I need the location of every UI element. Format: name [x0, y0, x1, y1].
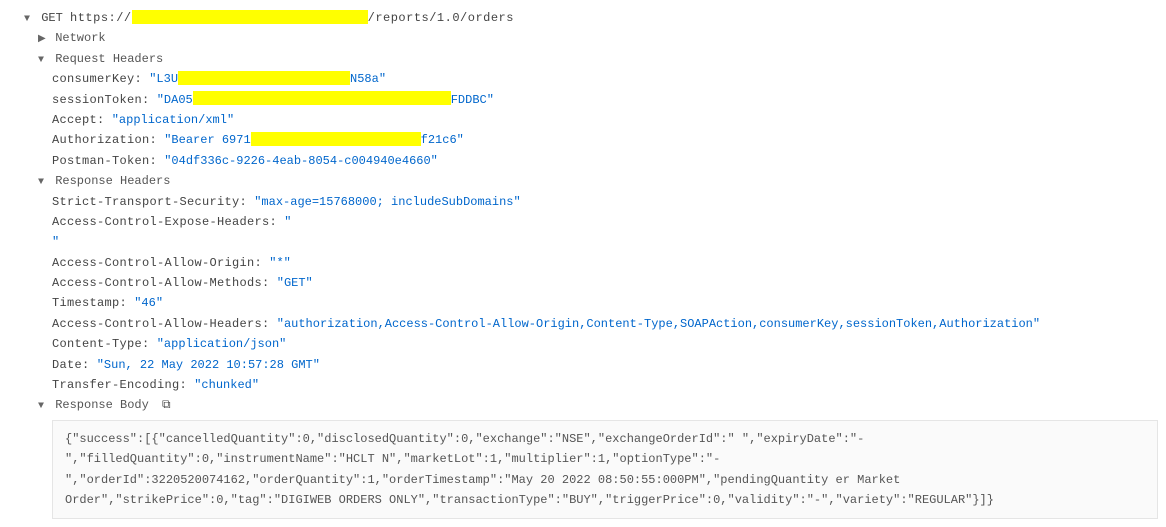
header-key: Strict-Transport-Security:	[52, 195, 247, 209]
header-key: Access-Control-Allow-Origin:	[52, 256, 262, 270]
network-label: Network	[55, 31, 105, 45]
external-link-icon[interactable]: ⧉	[162, 395, 171, 415]
header-value: "	[52, 235, 59, 249]
header-ac-origin: Access-Control-Allow-Origin: "*"	[8, 253, 1158, 273]
redacted	[193, 91, 451, 105]
request-headers-label: Request Headers	[55, 52, 163, 66]
header-key: Accept:	[52, 113, 105, 127]
response-body-section[interactable]: ▼ Response Body ⧉	[8, 395, 1158, 415]
header-value-suffix: FDDBC"	[451, 93, 494, 107]
chevron-down-icon: ▼	[24, 11, 34, 28]
header-key: Authorization:	[52, 133, 157, 147]
header-key: consumerKey:	[52, 72, 142, 86]
header-value-suffix: f21c6"	[421, 133, 464, 147]
request-line[interactable]: ▼ GET https:// /reports/1.0/orders	[8, 8, 1158, 28]
header-accept: Accept: "application/xml"	[8, 110, 1158, 130]
redacted	[178, 71, 350, 85]
header-timestamp: Timestamp: "46"	[8, 293, 1158, 313]
request-headers-section[interactable]: ▼ Request Headers	[8, 49, 1158, 69]
network-section[interactable]: ▶ Network	[8, 28, 1158, 48]
url-suffix: /reports/1.0/orders	[368, 11, 514, 25]
header-value-prefix: "DA05	[157, 93, 193, 107]
header-ac-headers: Access-Control-Allow-Headers: "authoriza…	[8, 314, 1158, 334]
http-method: GET	[41, 11, 63, 25]
url-redacted	[132, 10, 368, 24]
header-value: "max-age=15768000; includeSubDomains"	[254, 195, 520, 209]
chevron-down-icon: ▼	[38, 52, 48, 69]
redacted	[251, 132, 421, 146]
header-key: Content-Type:	[52, 337, 150, 351]
header-value: "authorization,Access-Control-Allow-Orig…	[277, 317, 1040, 331]
header-key: Access-Control-Allow-Methods:	[52, 276, 270, 290]
header-key: Date:	[52, 358, 90, 372]
header-value: "46"	[134, 296, 163, 310]
header-value-prefix: "L3U	[149, 72, 178, 86]
response-body-content[interactable]: {"success":[{"cancelledQuantity":0,"disc…	[52, 420, 1158, 520]
header-value: "chunked"	[194, 378, 259, 392]
header-key: Timestamp:	[52, 296, 127, 310]
chevron-right-icon: ▶	[38, 31, 48, 48]
header-value: "application/json"	[157, 337, 287, 351]
header-key: Access-Control-Expose-Headers:	[52, 215, 277, 229]
header-value-suffix: N58a"	[350, 72, 386, 86]
header-transfer-encoding: Transfer-Encoding: "chunked"	[8, 375, 1158, 395]
header-key: Access-Control-Allow-Headers:	[52, 317, 270, 331]
header-session-token: sessionToken: "DA05 FDDBC"	[8, 90, 1158, 110]
header-key: Transfer-Encoding:	[52, 378, 187, 392]
header-sts: Strict-Transport-Security: "max-age=1576…	[8, 192, 1158, 212]
header-key: Postman-Token:	[52, 154, 157, 168]
header-value-prefix: "Bearer 6971	[164, 133, 250, 147]
header-key: sessionToken:	[52, 93, 150, 107]
chevron-down-icon: ▼	[38, 174, 48, 191]
header-value: "GET"	[277, 276, 313, 290]
header-value: "*"	[269, 256, 291, 270]
header-date: Date: "Sun, 22 May 2022 10:57:28 GMT"	[8, 355, 1158, 375]
response-body-label: Response Body	[55, 398, 149, 412]
header-ac-methods: Access-Control-Allow-Methods: "GET"	[8, 273, 1158, 293]
chevron-down-icon: ▼	[38, 398, 48, 415]
header-consumer-key: consumerKey: "L3U N58a"	[8, 69, 1158, 89]
header-postman-token: Postman-Token: "04df336c-9226-4eab-8054-…	[8, 151, 1158, 171]
response-headers-label: Response Headers	[55, 174, 170, 188]
header-value: "application/xml"	[112, 113, 234, 127]
response-headers-section[interactable]: ▼ Response Headers	[8, 171, 1158, 191]
header-ace-headers: Access-Control-Expose-Headers: "	[8, 212, 1158, 232]
url-prefix: https://	[70, 11, 132, 25]
header-value: "	[284, 215, 291, 229]
header-content-type: Content-Type: "application/json"	[8, 334, 1158, 354]
header-authorization: Authorization: "Bearer 6971 f21c6"	[8, 130, 1158, 150]
header-value: "04df336c-9226-4eab-8054-c004940e4660"	[164, 154, 438, 168]
header-value: "Sun, 22 May 2022 10:57:28 GMT"	[97, 358, 320, 372]
header-ace-tail: "	[8, 232, 1158, 252]
